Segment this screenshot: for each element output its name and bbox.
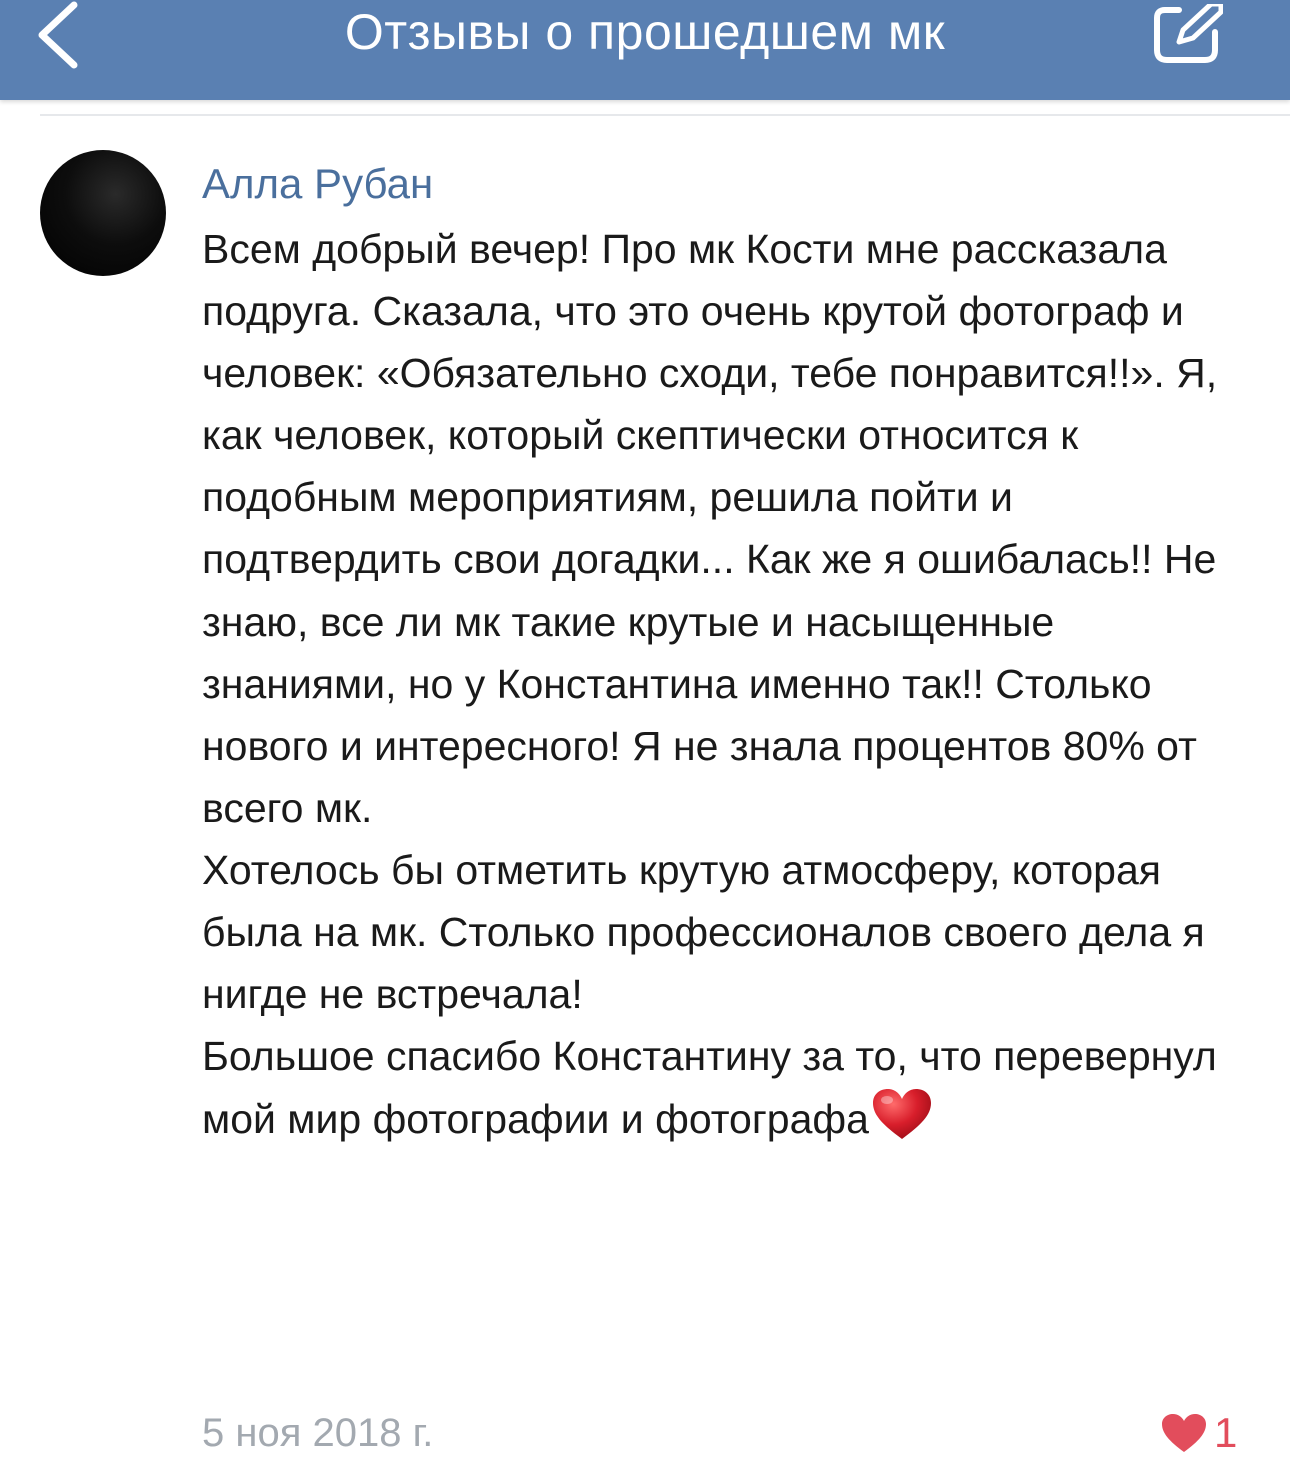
comment-author[interactable]: Алла Рубан bbox=[202, 156, 433, 212]
like-count: 1 bbox=[1214, 1409, 1238, 1456]
comment-paragraph-1: Всем добрый вечер! Про мк Кости мне расс… bbox=[202, 226, 1218, 831]
avatar[interactable] bbox=[40, 150, 166, 276]
comment-paragraph-3: Большое спасибо Константину за то, что п… bbox=[202, 1025, 1252, 1150]
like-button[interactable]: 1 bbox=[1160, 1406, 1237, 1460]
compose-icon bbox=[1154, 4, 1223, 63]
page-title: Отзывы о прошедшем мк bbox=[344, 4, 946, 60]
heart-icon bbox=[1162, 1414, 1206, 1452]
edit-button[interactable] bbox=[1146, 0, 1226, 70]
heart-emoji-icon bbox=[872, 1089, 931, 1140]
divider bbox=[40, 114, 1290, 116]
comment-date: 5 ноя 2018 г. bbox=[202, 1411, 434, 1455]
header-bar: Отзывы о прошедшем мк bbox=[0, 0, 1290, 100]
comment-paragraph-3-text: Большое спасибо Константину за то, что п… bbox=[202, 1033, 1217, 1143]
comment-paragraph-2: Хотелось бы отметить крутую атмосферу, к… bbox=[202, 846, 1205, 1018]
comment-text: Всем добрый вечер! Про мк Кости мне расс… bbox=[202, 218, 1252, 1150]
